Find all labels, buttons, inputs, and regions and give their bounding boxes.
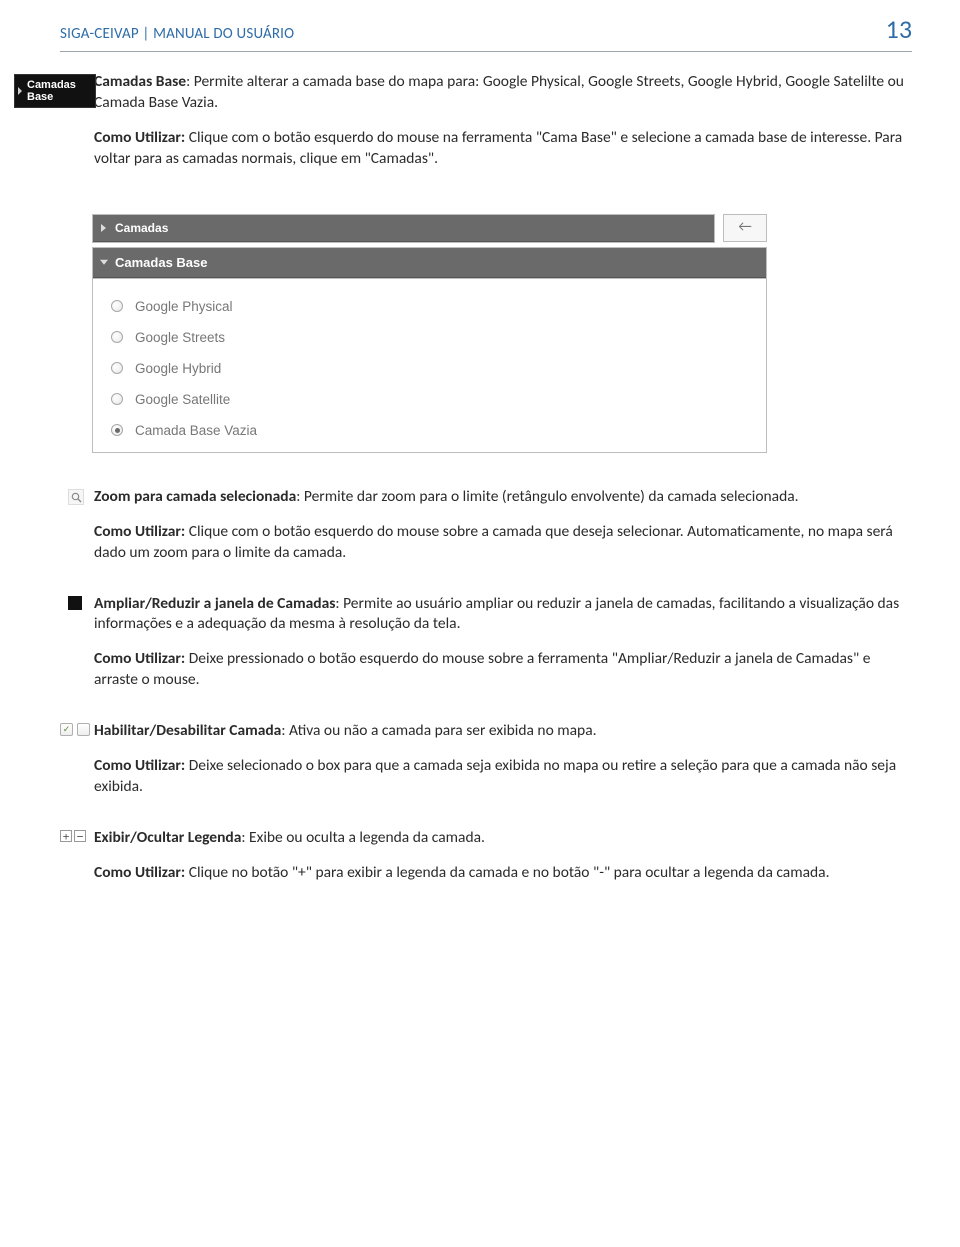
page-number: 13 bbox=[886, 12, 912, 47]
section-exibir-ocultar-legenda: + − Exibir/Ocultar Legenda: Exibe ou ocu… bbox=[14, 828, 912, 884]
sec4-desc: Habilitar/Desabilitar Camada: Ativa ou n… bbox=[94, 721, 912, 742]
sec5-desc-text: : Exibe ou oculta a legenda da camada. bbox=[241, 828, 485, 847]
sec5-title: Exibir/Ocultar Legenda bbox=[94, 828, 241, 847]
radio-option-3[interactable]: Google Satellite bbox=[111, 384, 748, 415]
arrow-left-icon: ← bbox=[738, 220, 752, 235]
layers-panel-screenshot: Camadas ← Camadas Base Google Physical G… bbox=[92, 214, 767, 453]
section-ampliar-reduzir: Ampliar/Reduzir a janela de Camadas: Per… bbox=[14, 594, 912, 692]
sec3-howto-label: Como Utilizar: bbox=[94, 649, 185, 668]
radio-icon bbox=[111, 393, 123, 405]
sec4-howto-label: Como Utilizar: bbox=[94, 756, 185, 775]
sec2-desc: Zoom para camada selecionada: Permite da… bbox=[94, 487, 912, 508]
panel-body: Google Physical Google Streets Google Hy… bbox=[92, 279, 767, 453]
sec1-desc-text: : Permite alterar a camada base do mapa … bbox=[94, 72, 904, 112]
radio-icon bbox=[111, 300, 123, 312]
sec1-howto-label: Como Utilizar: bbox=[94, 128, 185, 147]
sec4-title: Habilitar/Desabilitar Camada bbox=[94, 721, 281, 740]
sec3-howto-text: Deixe pressionado o botão esquerdo do mo… bbox=[94, 649, 870, 689]
checkbox-checked-icon: ✓ bbox=[60, 723, 73, 736]
sec2-howto-label: Como Utilizar: bbox=[94, 522, 185, 541]
radio-icon-selected bbox=[111, 424, 123, 436]
radio-label: Google Satellite bbox=[135, 392, 230, 407]
radio-option-1[interactable]: Google Streets bbox=[111, 322, 748, 353]
plus-minus-pair-icon: + − bbox=[60, 830, 94, 842]
header-divider bbox=[60, 51, 912, 52]
sec2-howto: Como Utilizar: Clique com o botão esquer… bbox=[94, 522, 912, 564]
collapse-panel-button[interactable]: ← bbox=[723, 214, 767, 242]
sec4-desc-text: : Ativa ou não a camada para ser exibida… bbox=[281, 721, 596, 740]
sec1-howto-text: Clique com o botão esquerdo do mouse na … bbox=[94, 128, 902, 168]
panel-header-camadas[interactable]: Camadas bbox=[93, 215, 714, 242]
sec2-title: Zoom para camada selecionada bbox=[94, 487, 296, 506]
radio-icon bbox=[111, 362, 123, 374]
sec3-howto: Como Utilizar: Deixe pressionado o botão… bbox=[94, 649, 912, 691]
checkbox-pair-icon: ✓ bbox=[60, 723, 94, 736]
section-zoom-camada: Zoom para camada selecionada: Permite da… bbox=[14, 487, 912, 564]
radio-option-4[interactable]: Camada Base Vazia bbox=[111, 415, 748, 446]
sec5-howto-text: Clique no botão "+" para exibir a legend… bbox=[185, 863, 829, 882]
section-camadas-base: Camadas Base Camadas Base: Permite alter… bbox=[14, 72, 912, 184]
sec4-howto-text: Deixe selecionado o box para que a camad… bbox=[94, 756, 896, 796]
sec1-desc: Camadas Base: Permite alterar a camada b… bbox=[94, 72, 912, 114]
zoom-layer-icon bbox=[68, 489, 84, 505]
resize-handle-icon bbox=[68, 596, 82, 610]
camadas-base-button-icon: Camadas Base bbox=[14, 74, 96, 108]
sec5-howto: Como Utilizar: Clique no botão "+" para … bbox=[94, 863, 912, 884]
radio-label: Google Hybrid bbox=[135, 361, 221, 376]
sec2-desc-text: : Permite dar zoom para o limite (retâng… bbox=[296, 487, 798, 506]
radio-option-0[interactable]: Google Physical bbox=[111, 291, 748, 322]
radio-icon bbox=[111, 331, 123, 343]
radio-label: Google Streets bbox=[135, 330, 225, 345]
sec3-desc: Ampliar/Reduzir a janela de Camadas: Per… bbox=[94, 594, 912, 636]
sec5-desc: Exibir/Ocultar Legenda: Exibe ou oculta … bbox=[94, 828, 912, 849]
sec5-howto-label: Como Utilizar: bbox=[94, 863, 185, 882]
radio-option-2[interactable]: Google Hybrid bbox=[111, 353, 748, 384]
plus-icon: + bbox=[60, 830, 72, 842]
header-title: SIGA-CEIVAP | MANUAL DO USUÁRIO bbox=[60, 24, 294, 44]
sec2-howto-text: Clique com o botão esquerdo do mouse sob… bbox=[94, 522, 893, 562]
checkbox-unchecked-icon bbox=[77, 723, 90, 736]
sec1-howto: Como Utilizar: Clique com o botão esquer… bbox=[94, 128, 912, 170]
radio-label: Google Physical bbox=[135, 299, 233, 314]
sec4-howto: Como Utilizar: Deixe selecionado o box p… bbox=[94, 756, 912, 798]
sec1-title: Camadas Base bbox=[94, 72, 186, 91]
sec3-title: Ampliar/Reduzir a janela de Camadas bbox=[94, 594, 335, 613]
page-header: SIGA-CEIVAP | MANUAL DO USUÁRIO 13 bbox=[0, 0, 960, 51]
section-habilitar-desabilitar: ✓ Habilitar/Desabilitar Camada: Ativa ou… bbox=[14, 721, 912, 798]
panel-header-camadas-base[interactable]: Camadas Base bbox=[93, 248, 766, 278]
radio-label: Camada Base Vazia bbox=[135, 423, 257, 438]
minus-icon: − bbox=[74, 830, 86, 842]
